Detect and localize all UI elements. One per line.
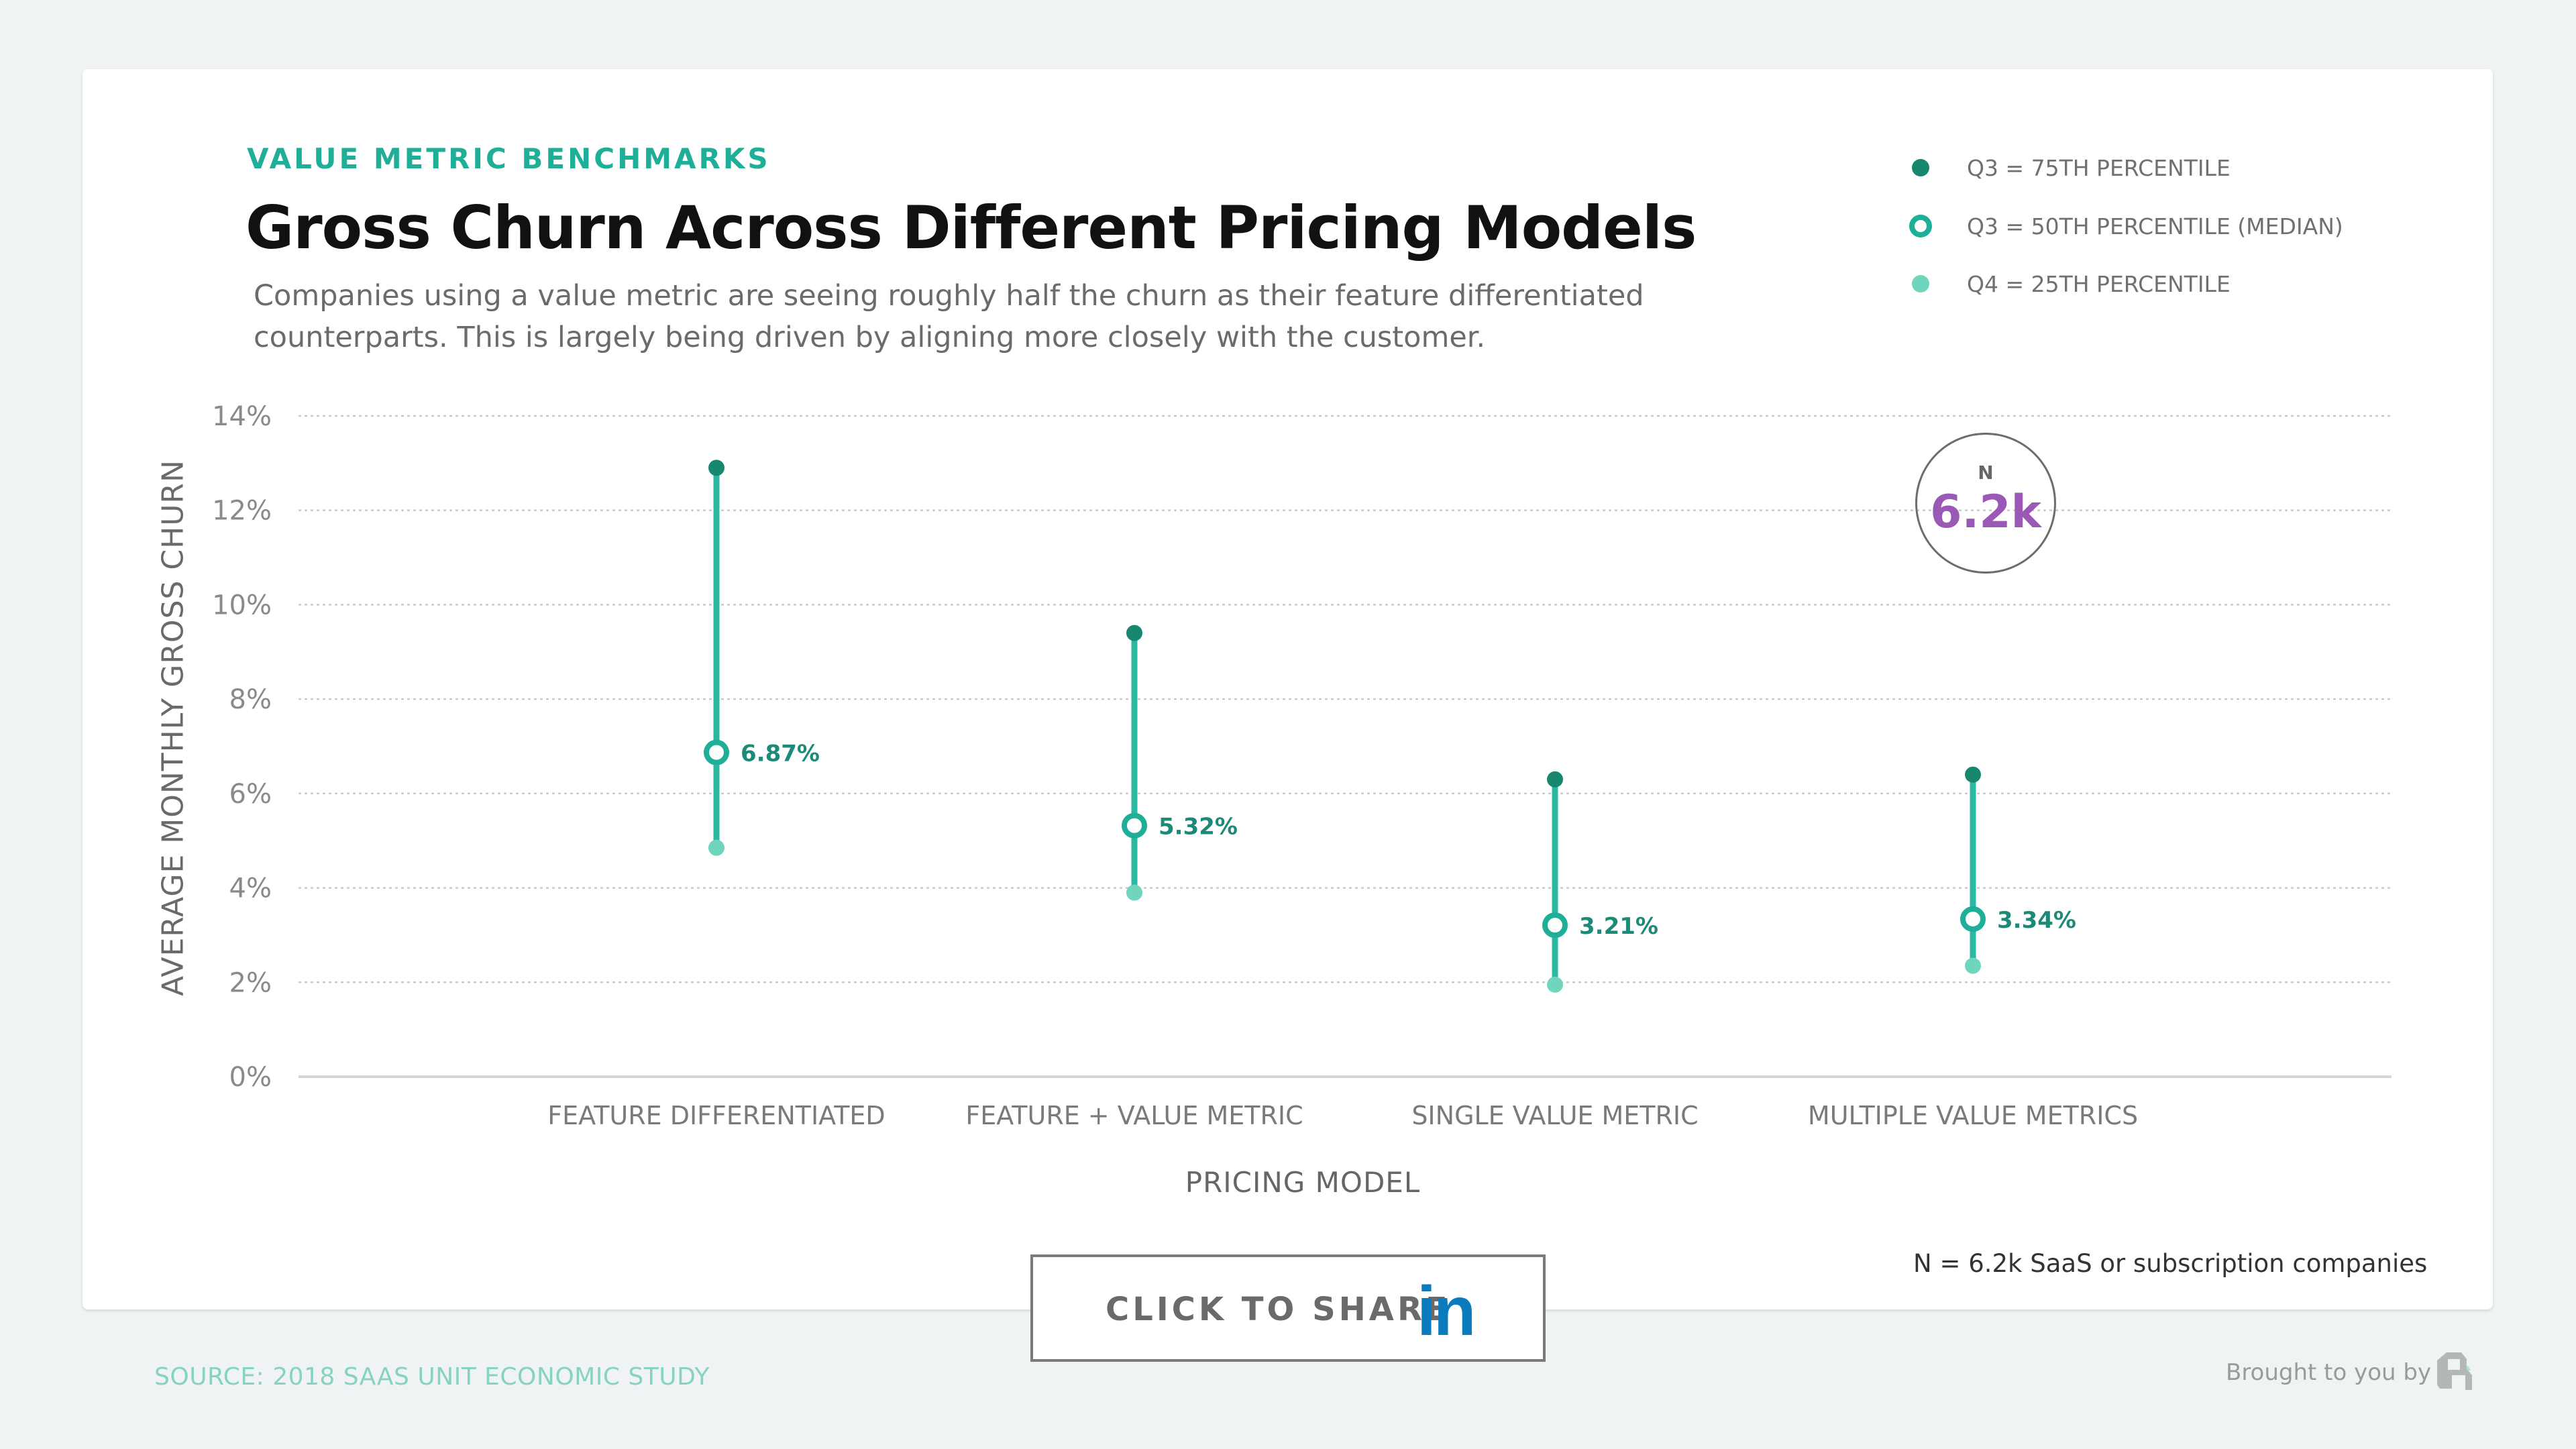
q25-point — [1126, 884, 1142, 901]
median-value-label: 6.87% — [741, 741, 820, 767]
q25-point — [1547, 976, 1563, 993]
y-tick-label: 4% — [229, 873, 272, 904]
share-button-label: CLICK TO SHARE — [1106, 1291, 1451, 1328]
median-value-label: 3.34% — [1997, 907, 2076, 934]
x-category-label: SINGLE VALUE METRIC — [1411, 1101, 1698, 1130]
y-tick-label: 2% — [229, 967, 272, 998]
profitwell-logo-icon[interactable] — [2432, 1348, 2479, 1395]
x-category-label: FEATURE + VALUE METRIC — [965, 1101, 1303, 1130]
median-point — [704, 739, 729, 765]
x-axis-title: PRICING MODEL — [1185, 1166, 1421, 1199]
y-tick-label: 14% — [212, 401, 272, 432]
q25-point — [1965, 957, 1981, 974]
median-value-label: 3.21% — [1579, 913, 1658, 940]
brought-to-you-by-label: Brought to you by — [2226, 1359, 2432, 1386]
linkedin-share-button[interactable]: CLICK TO SHARE in — [1030, 1254, 1546, 1362]
x-category-label: FEATURE DIFFERENTIATED — [547, 1101, 885, 1130]
q75-point — [1547, 771, 1563, 788]
x-category-label: MULTIPLE VALUE METRICS — [1808, 1101, 2138, 1130]
median-point — [1960, 906, 1986, 932]
y-tick-label: 8% — [229, 684, 272, 715]
y-tick-label: 0% — [229, 1062, 272, 1093]
y-tick-label: 6% — [229, 779, 272, 810]
q75-point — [1965, 766, 1981, 783]
linkedin-icon: in — [1417, 1273, 1476, 1350]
median-point — [1542, 912, 1568, 938]
y-tick-label: 12% — [212, 496, 272, 527]
chart-plot: 0% 2% 4% 6% 8% 10% 12% 14% FEATURE DIFFERENTIATE… — [212, 401, 2392, 1130]
sample-size-label: N — [1978, 462, 1994, 484]
q75-point — [1126, 625, 1142, 641]
q25-point — [708, 839, 724, 856]
median-point — [1122, 812, 1147, 839]
y-axis-title: AVERAGE MONTHLY GROSS CHURN — [156, 460, 191, 996]
sample-size-note: N = 6.2k SaaS or subscription companies — [1913, 1249, 2428, 1278]
y-tick-label: 10% — [212, 590, 272, 621]
sample-size-badge: N 6.2k — [1915, 433, 2056, 574]
sample-size-value: 6.2k — [1930, 486, 2041, 539]
source-note: SOURCE: 2018 SAAS UNIT ECONOMIC STUDY — [154, 1363, 710, 1391]
q75-point — [708, 460, 724, 476]
median-value-label: 5.32% — [1159, 814, 1238, 841]
